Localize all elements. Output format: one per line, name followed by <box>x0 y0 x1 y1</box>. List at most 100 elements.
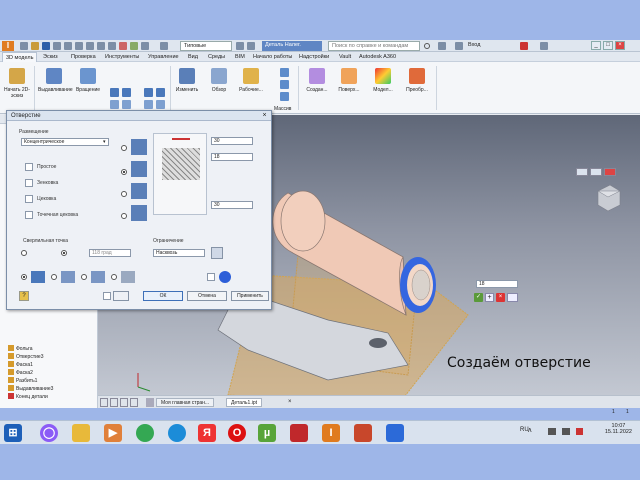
notification-flag-icon[interactable] <box>576 428 583 435</box>
parameters-icon[interactable] <box>247 42 255 50</box>
revolve-button[interactable]: Вращение <box>72 66 104 110</box>
options-menu-icon[interactable] <box>507 293 518 302</box>
fx-icon[interactable] <box>236 42 244 50</box>
placement-dropdown[interactable]: Концентрическое <box>21 138 109 146</box>
browser-item[interactable]: Отверстие3 <box>8 353 44 361</box>
tab-get-started[interactable]: Начало работы <box>250 52 295 62</box>
media-player-icon[interactable]: ▶ <box>104 424 122 442</box>
fillet-icon[interactable] <box>110 100 119 109</box>
inventor-task-icon[interactable]: I <box>322 424 340 442</box>
drill-angle-dropdown[interactable]: 118 град <box>89 249 131 257</box>
save-icon[interactable] <box>42 42 50 50</box>
cancel-x-icon[interactable]: × <box>496 293 505 302</box>
measure-icon[interactable] <box>97 42 105 50</box>
browser-item[interactable]: Выдавливание3 <box>8 385 53 393</box>
tapped-hole-radio[interactable] <box>81 274 87 280</box>
flip-direction-icon[interactable] <box>211 247 223 259</box>
edge-icon[interactable] <box>168 424 186 442</box>
split-icon[interactable] <box>156 100 165 109</box>
minimize-button[interactable]: _ <box>591 41 601 50</box>
style-select[interactable]: Типовые <box>180 41 232 51</box>
help-icon[interactable] <box>540 42 548 50</box>
inventor-logo-icon[interactable]: I <box>2 41 14 51</box>
cart-icon[interactable] <box>438 42 446 50</box>
cancel-button[interactable]: Отмена <box>187 291 227 301</box>
browser-item[interactable]: Фольга <box>8 345 33 353</box>
hole-type-spotface-icon[interactable] <box>25 211 33 219</box>
tab-tools[interactable]: Инструменты <box>102 52 142 62</box>
clearance-hole-radio[interactable] <box>51 274 57 280</box>
exchange-icon[interactable] <box>520 42 528 50</box>
tab-bim[interactable]: BIM <box>232 52 248 62</box>
sketch-icon[interactable] <box>141 42 149 50</box>
monitor-icon[interactable] <box>386 424 404 442</box>
window-list-icon[interactable] <box>130 398 138 407</box>
work-features-button[interactable]: Рабочие... <box>236 66 266 110</box>
redo-icon[interactable] <box>64 42 72 50</box>
opera-icon[interactable]: O <box>228 424 246 442</box>
properties-icon[interactable] <box>108 42 116 50</box>
surface-button[interactable]: Поверх... <box>334 66 364 110</box>
tab-a360[interactable]: Autodesk A360 <box>356 52 399 62</box>
language-indicator[interactable]: RU <box>520 427 529 433</box>
home-icon[interactable] <box>75 42 83 50</box>
dialog-close-button[interactable]: × <box>260 112 269 120</box>
counterbore-depth-input[interactable]: 18 <box>211 153 253 161</box>
cascade-icon[interactable] <box>110 398 118 407</box>
close-button[interactable]: × <box>615 41 625 50</box>
counterbore-radio[interactable] <box>121 145 127 151</box>
tab-view[interactable]: Вид <box>185 52 201 62</box>
open-icon[interactable] <box>31 42 39 50</box>
network-icon[interactable] <box>548 428 556 435</box>
hole-type-countersink-icon[interactable] <box>25 179 33 187</box>
user-icon[interactable] <box>455 42 463 50</box>
spotface-radio[interactable] <box>121 191 127 197</box>
powerpoint-icon[interactable] <box>354 424 372 442</box>
tab-vault[interactable]: Vault <box>336 52 354 62</box>
new-icon[interactable] <box>20 42 28 50</box>
volume-icon[interactable] <box>562 428 570 435</box>
chrome-icon[interactable] <box>136 424 154 442</box>
help-icon[interactable]: ? <box>19 291 29 301</box>
hole-type-simple-icon[interactable] <box>25 163 33 171</box>
search-icon[interactable] <box>424 43 430 49</box>
browser-item[interactable]: Конец детали <box>8 393 48 401</box>
tab-my-home[interactable]: Моя главная стран... <box>156 398 215 407</box>
search-input[interactable]: Поиск по справке и командам <box>328 41 420 51</box>
sign-in-button[interactable]: Вход <box>465 41 483 51</box>
thread-icon[interactable] <box>156 88 165 97</box>
home-tab-icon[interactable] <box>146 398 154 407</box>
apply-button[interactable]: Применить <box>231 291 269 301</box>
chamfer-icon[interactable] <box>122 88 131 97</box>
hole-diameter-input[interactable]: 18 <box>476 280 518 288</box>
tab-add-ins[interactable]: Надстройки <box>296 52 332 62</box>
utorrent-icon[interactable]: µ <box>258 424 276 442</box>
tab-manage[interactable]: Управление <box>145 52 182 62</box>
ok-button[interactable]: ОК <box>143 291 183 301</box>
simulation-button[interactable]: Модел... <box>368 66 398 110</box>
extrude-button[interactable]: Выдавливание <box>38 66 73 110</box>
circular-pattern-icon[interactable] <box>280 80 289 89</box>
appearance-icon[interactable] <box>130 42 138 50</box>
tile-icon[interactable] <box>100 398 108 407</box>
tab-inspect[interactable]: Проверка <box>68 52 99 62</box>
yandex-icon[interactable]: Я <box>198 424 216 442</box>
taper-tapped-radio[interactable] <box>111 274 117 280</box>
countersink-radio[interactable] <box>121 169 127 175</box>
termination-dropdown[interactable]: Насквозь <box>153 249 205 257</box>
alice-icon[interactable]: ◯ <box>40 424 58 442</box>
browser-item[interactable]: Фаска2 <box>8 369 33 377</box>
rib-icon[interactable] <box>144 88 153 97</box>
tray-clock[interactable]: 10:07 15.11.2022 <box>605 423 632 435</box>
shell-icon[interactable] <box>122 100 131 109</box>
preview-checkbox[interactable] <box>103 292 111 300</box>
arrange-icon[interactable] <box>120 398 128 407</box>
file-explorer-icon[interactable] <box>72 424 90 442</box>
counterbore-diameter-input[interactable]: 30 <box>211 137 253 145</box>
flat-drill-radio[interactable] <box>21 250 27 256</box>
settings-icon[interactable] <box>160 42 168 50</box>
start-button-icon[interactable]: ⊞ <box>4 424 22 442</box>
chevron-down-icon[interactable]: ▾ <box>103 139 106 145</box>
mirror-icon[interactable] <box>280 92 289 101</box>
pattern-icon[interactable] <box>280 68 289 77</box>
